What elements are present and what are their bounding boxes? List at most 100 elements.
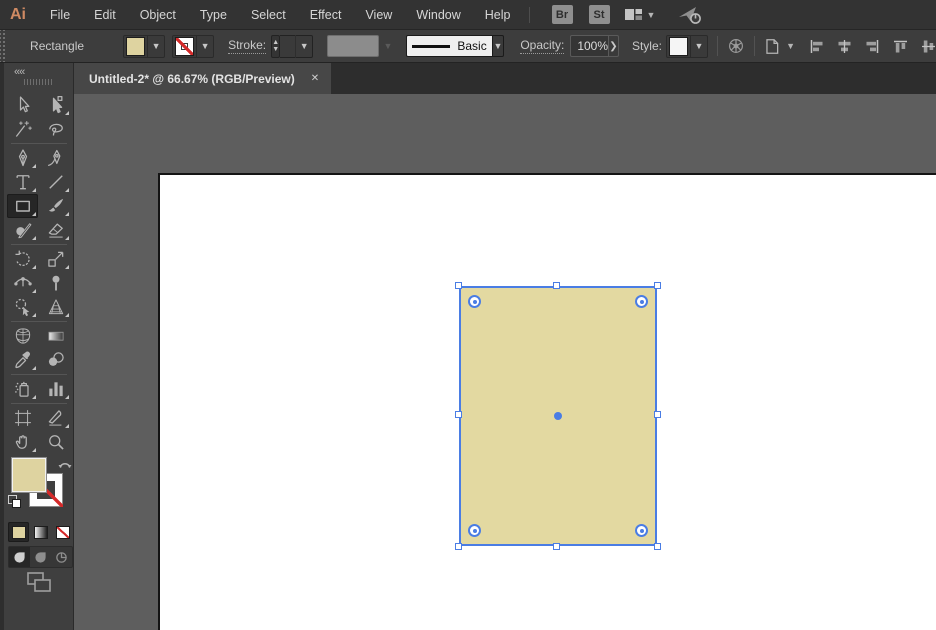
align-center-icon[interactable] (837, 39, 852, 54)
screen-mode-icon[interactable] (26, 571, 52, 598)
menu-edit[interactable]: Edit (82, 0, 128, 30)
slice-tool[interactable] (40, 406, 71, 430)
workspace-switcher-icon[interactable]: ▼ (624, 7, 655, 22)
gradient-button[interactable] (30, 522, 51, 542)
fill-swatch[interactable] (126, 36, 146, 56)
pen-tool[interactable] (7, 146, 38, 170)
menu-object[interactable]: Object (128, 0, 188, 30)
stroke-swatch[interactable] (175, 36, 195, 56)
opacity-field[interactable]: 100% (570, 35, 610, 57)
canvas-area[interactable] (74, 94, 936, 630)
paintbrush-tool[interactable] (40, 194, 71, 218)
selection-handle[interactable] (654, 282, 661, 289)
selection-handle[interactable] (455, 411, 462, 418)
blend-tool[interactable] (40, 348, 71, 372)
chevron-down-icon[interactable]: ▼ (689, 34, 707, 58)
eyedropper-tool[interactable] (7, 348, 38, 372)
zoom-tool[interactable] (40, 430, 71, 454)
shape-builder-tool[interactable] (7, 295, 38, 319)
recolor-artwork-icon[interactable] (727, 37, 745, 55)
line-segment-tool[interactable] (40, 170, 71, 194)
flyout-indicator (65, 212, 69, 216)
width-tool[interactable] (7, 271, 38, 295)
opacity-expand-arrow[interactable]: ❯ (609, 35, 619, 57)
curvature-tool[interactable] (40, 146, 71, 170)
center-point[interactable] (554, 412, 562, 420)
menu-window[interactable]: Window (404, 0, 472, 30)
magic-wand-tool[interactable] (7, 117, 38, 141)
selection-handle[interactable] (455, 282, 462, 289)
menu-type[interactable]: Type (188, 0, 239, 30)
align-right-icon[interactable] (865, 39, 880, 54)
control-bar-grip[interactable] (0, 30, 6, 62)
menu-help[interactable]: Help (473, 0, 523, 30)
artboard-tool[interactable] (7, 406, 38, 430)
close-icon[interactable]: ✕ (311, 73, 319, 84)
fill-color-control[interactable]: ▼ (123, 34, 166, 58)
stroke-weight-label[interactable]: Stroke: (228, 38, 267, 54)
default-fill-stroke-icon[interactable] (8, 495, 22, 509)
tools-panel-grip[interactable] (24, 79, 54, 85)
document-tab[interactable]: Untitled-2* @ 66.67% (RGB/Preview) ✕ (74, 63, 332, 94)
swap-fill-stroke-icon[interactable] (57, 457, 73, 477)
puppet-warp-tool[interactable] (40, 271, 71, 295)
draw-inside-button[interactable] (51, 547, 72, 567)
draw-behind-button[interactable] (30, 547, 51, 567)
selection-handle[interactable] (553, 543, 560, 550)
selection-handle[interactable] (455, 543, 462, 550)
menu-effect[interactable]: Effect (298, 0, 354, 30)
chevron-down-icon[interactable]: ▼ (295, 34, 312, 58)
stroke-weight-stepper[interactable]: ▲ ▼ (271, 34, 281, 58)
bridge-button[interactable]: Br (551, 5, 573, 24)
fill-indicator[interactable] (11, 457, 47, 493)
corner-radius-widget[interactable] (468, 295, 481, 308)
brush-definition-dropdown[interactable]: Basic (406, 35, 493, 57)
gradient-tool[interactable] (40, 324, 71, 348)
scale-tool[interactable] (40, 247, 71, 271)
corner-radius-widget[interactable] (635, 295, 648, 308)
gpu-performance-icon[interactable] (677, 5, 703, 25)
chevron-down-icon: ▼ (383, 41, 393, 51)
perspective-grid-tool[interactable] (40, 295, 71, 319)
opacity-label[interactable]: Opacity: (520, 38, 565, 54)
corner-radius-widget[interactable] (468, 524, 481, 537)
valign-top-icon[interactable] (893, 39, 908, 54)
menu-view[interactable]: View (353, 0, 404, 30)
collapse-panel-icon[interactable]: «« (14, 66, 25, 78)
draw-normal-button[interactable] (9, 547, 30, 567)
menu-file[interactable]: File (38, 0, 82, 30)
none-button[interactable] (52, 522, 73, 542)
stock-button[interactable]: St (588, 5, 610, 24)
shaper-tool[interactable] (7, 218, 38, 242)
selection-handle[interactable] (654, 543, 661, 550)
style-swatch[interactable] (668, 36, 688, 56)
document-setup-icon[interactable]: ▼ (763, 37, 795, 56)
symbol-sprayer-tool[interactable] (7, 377, 38, 401)
menu-select[interactable]: Select (239, 0, 298, 30)
eraser-tool[interactable] (40, 218, 71, 242)
chevron-down-icon[interactable]: ▼ (147, 34, 164, 58)
selection-handle[interactable] (553, 282, 560, 289)
rotate-tool[interactable] (7, 247, 38, 271)
style-control[interactable]: ▼ (665, 34, 708, 58)
mesh-tool[interactable] (7, 324, 38, 348)
selection-tool[interactable] (7, 93, 38, 117)
color-button[interactable] (8, 522, 29, 542)
hand-tool[interactable] (7, 430, 38, 454)
direct-selection-tool[interactable] (40, 93, 71, 117)
chevron-down-icon[interactable]: ▼ (492, 35, 505, 57)
flyout-indicator (32, 212, 36, 216)
stroke-weight-dropdown[interactable]: ▼ (280, 34, 314, 58)
stroke-color-control[interactable]: ▼ (172, 34, 215, 58)
rectangle-tool[interactable] (7, 194, 38, 218)
selection-handle[interactable] (654, 411, 661, 418)
column-graph-tool[interactable] (40, 377, 71, 401)
lasso-tool[interactable] (40, 117, 71, 141)
none-slash-icon (176, 37, 194, 55)
selected-rectangle[interactable] (455, 282, 661, 550)
chevron-down-icon[interactable]: ▼ (196, 34, 213, 58)
type-tool[interactable] (7, 170, 38, 194)
align-left-icon[interactable] (809, 39, 824, 54)
valign-center-icon[interactable] (921, 39, 936, 54)
corner-radius-widget[interactable] (635, 524, 648, 537)
